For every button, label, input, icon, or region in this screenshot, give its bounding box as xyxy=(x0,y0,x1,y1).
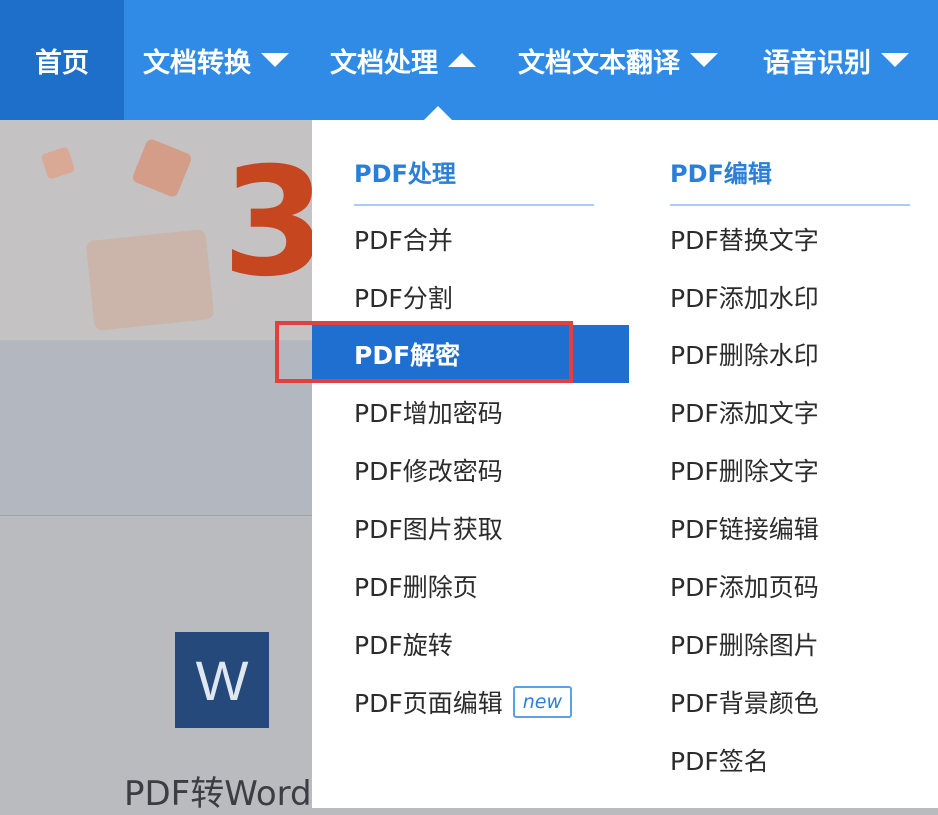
menu-item-pdf-replace-text[interactable]: PDF替换文字 xyxy=(670,210,819,268)
nav-label: 语音识别 xyxy=(763,47,871,79)
banner-number: 3 xyxy=(222,136,327,310)
menu-item-pdf-rotate[interactable]: PDF旋转 xyxy=(354,615,453,673)
background-band xyxy=(0,340,312,520)
menu-item-pdf-add-page-numbers[interactable]: PDF添加页码 xyxy=(670,557,819,615)
menu-item-pdf-delete-text[interactable]: PDF删除文字 xyxy=(670,441,819,499)
chevron-up-icon xyxy=(448,53,476,67)
doc-process-dropdown: PDF处理 PDF合并 PDF分割 PDF解密 PDF增加密码 PDF修改密码 … xyxy=(312,120,938,808)
menu-item-pdf-link-edit[interactable]: PDF链接编辑 xyxy=(670,499,819,557)
menu-item-pdf-page-edit[interactable]: PDF页面编辑 new xyxy=(354,673,572,731)
menu-item-pdf-delete-images[interactable]: PDF删除图片 xyxy=(670,615,819,673)
menu-item-pdf-add-text[interactable]: PDF添加文字 xyxy=(670,383,819,441)
menu-item-label: PDF页面编辑 xyxy=(354,689,503,718)
dropdown-caret xyxy=(424,106,452,120)
menu-item-pdf-extract-images[interactable]: PDF图片获取 xyxy=(354,499,503,557)
word-icon[interactable]: W xyxy=(175,632,269,728)
nav-label: 文档处理 xyxy=(330,47,438,79)
nav-doc-translate[interactable]: 文档文本翻译 xyxy=(518,0,718,120)
menu-item-pdf-delete-pages[interactable]: PDF删除页 xyxy=(354,557,478,615)
chevron-down-icon xyxy=(261,53,289,67)
nav-doc-process[interactable]: 文档处理 xyxy=(330,0,476,120)
menu-divider xyxy=(354,204,594,206)
menu-item-pdf-remove-watermark[interactable]: PDF删除水印 xyxy=(670,325,819,383)
shopping-bag-icon xyxy=(85,228,215,332)
nav-speech-recognition[interactable]: 语音识别 xyxy=(763,0,909,120)
chevron-down-icon xyxy=(881,53,909,67)
annotation-highlight-box xyxy=(275,321,573,383)
menu-item-pdf-background-color[interactable]: PDF背景颜色 xyxy=(670,673,819,731)
menu-item-pdf-add-watermark[interactable]: PDF添加水印 xyxy=(670,268,819,326)
nav-doc-convert[interactable]: 文档转换 xyxy=(143,0,289,120)
top-nav: 首页 文档转换 文档处理 文档文本翻译 语音识别 xyxy=(0,0,938,120)
nav-label: 文档转换 xyxy=(143,47,251,79)
menu-divider xyxy=(670,204,910,206)
new-badge: new xyxy=(512,686,572,718)
menu-heading-pdf-process: PDF处理 xyxy=(354,160,456,188)
menu-heading-pdf-edit: PDF编辑 xyxy=(670,160,772,188)
chevron-down-icon xyxy=(690,53,718,67)
menu-item-pdf-add-password[interactable]: PDF增加密码 xyxy=(354,383,503,441)
menu-item-pdf-merge[interactable]: PDF合并 xyxy=(354,210,453,268)
menu-item-pdf-change-password[interactable]: PDF修改密码 xyxy=(354,441,503,499)
nav-label: 文档文本翻译 xyxy=(518,47,680,79)
word-icon-letter: W xyxy=(195,648,249,712)
menu-item-pdf-signature[interactable]: PDF签名 xyxy=(670,731,769,789)
nav-home[interactable]: 首页 xyxy=(0,0,124,120)
menu-item-pdf-split[interactable]: PDF分割 xyxy=(354,268,453,326)
